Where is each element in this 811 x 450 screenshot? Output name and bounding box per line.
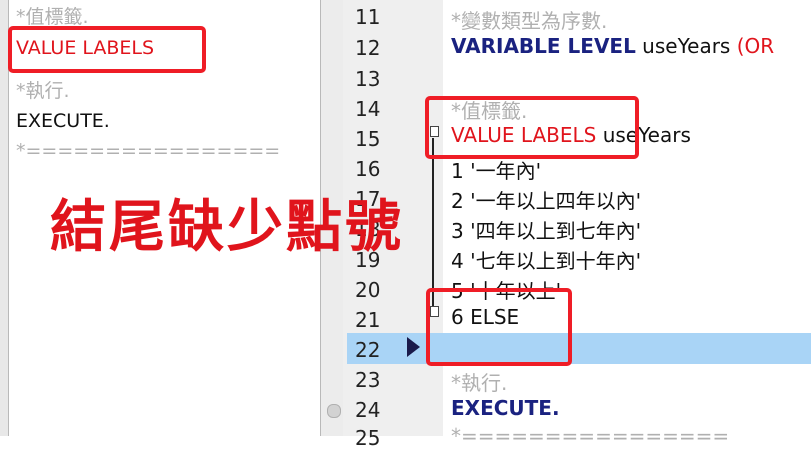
editor-line-24[interactable]: EXECUTE.	[451, 396, 560, 420]
line-number: 11	[355, 5, 381, 29]
line-number: 23	[355, 368, 381, 392]
editor-line-19[interactable]: 4 '七年以上到十年內'	[451, 245, 641, 274]
line-number: 20	[355, 278, 381, 302]
editor-line-12[interactable]: VARIABLE LEVEL useYears (OR	[451, 34, 774, 58]
editor-line-16[interactable]: 1 '一年內'	[451, 155, 541, 184]
editor-line-18[interactable]: 3 '四年以上到七年內'	[451, 215, 641, 244]
keyword-variable-level: VARIABLE LEVEL	[451, 34, 636, 58]
value-label: 4 '七年以上到十年內'	[451, 249, 642, 273]
splitter-grip-icon[interactable]	[327, 404, 341, 418]
comment-text: *執行.	[451, 371, 508, 395]
left-comment-value-labels: *值標籤.	[16, 6, 89, 28]
keyword-execute: EXECUTE.	[451, 396, 560, 420]
editor-line-11[interactable]: *變數類型為序數.	[451, 5, 607, 34]
missing-period-highlight-box	[426, 288, 572, 366]
value-label: 2 '一年以上四年以內'	[451, 189, 642, 213]
comment-text: *變數類型為序數.	[451, 9, 608, 33]
line-number: 16	[355, 157, 381, 181]
line-number-current: 22	[355, 338, 381, 362]
value-label: 3 '四年以上到七年內'	[451, 219, 642, 243]
current-line-pointer-icon	[407, 337, 420, 357]
editor-line-23[interactable]: *執行.	[451, 367, 507, 396]
left-value-labels-highlight-box	[8, 26, 206, 73]
comment-text: *================	[451, 424, 730, 448]
left-execute-command: EXECUTE.	[16, 110, 110, 132]
line-number: 15	[355, 127, 381, 151]
left-comment-execute: *執行.	[16, 80, 70, 102]
line-number: 21	[355, 308, 381, 332]
line-number: 24	[355, 398, 381, 422]
annotation-missing-period: 結尾缺少點號	[50, 195, 404, 260]
editor-line-17[interactable]: 2 '一年以上四年以內'	[451, 185, 641, 214]
line-number: 13	[355, 67, 381, 91]
variable-name: useYears	[635, 34, 737, 58]
left-separator-comment: *================	[16, 140, 281, 162]
line-number: 12	[355, 36, 381, 60]
editor-line-25[interactable]: *================	[451, 424, 729, 448]
value-labels-highlight-box	[425, 96, 639, 159]
line-number: 14	[355, 97, 381, 121]
line-number: 25	[355, 426, 381, 450]
value-label: 1 '一年內'	[451, 159, 542, 183]
level-value: (OR	[736, 34, 775, 58]
